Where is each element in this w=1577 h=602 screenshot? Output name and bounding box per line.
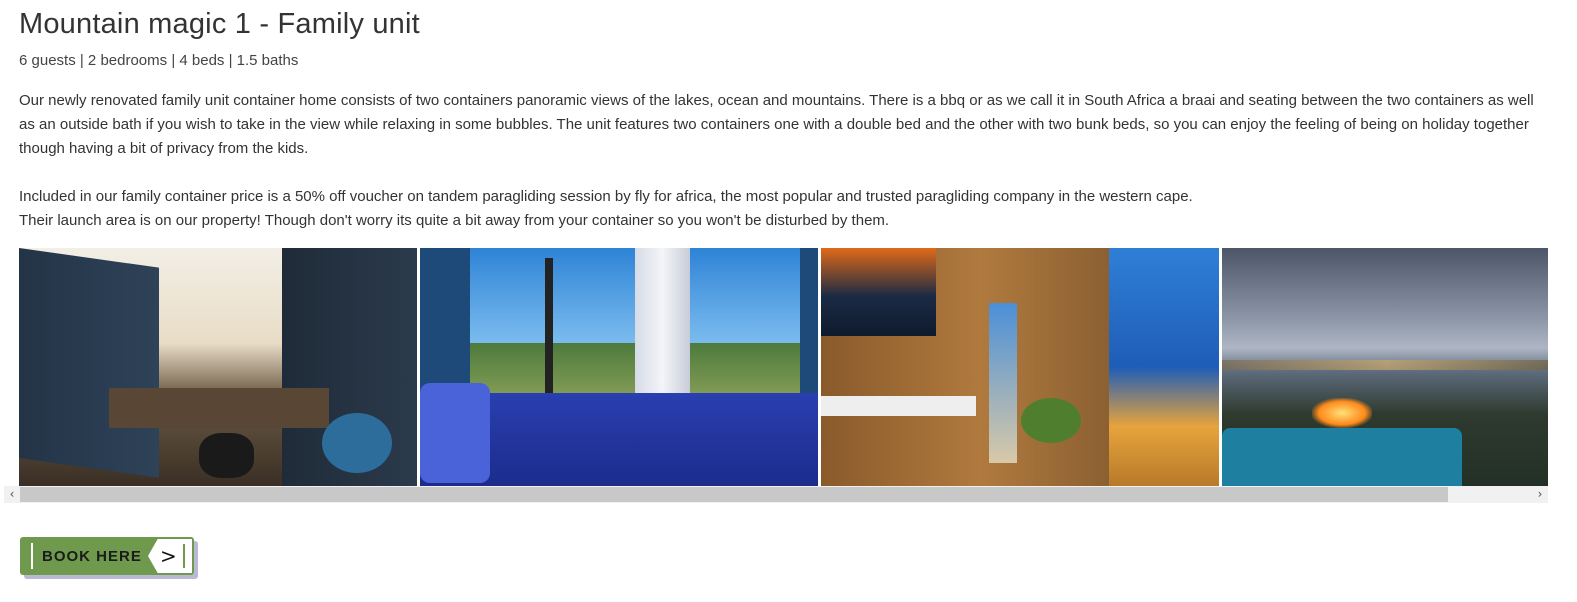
gallery-scrollbar[interactable]: ‹ › — [4, 486, 1548, 503]
gallery-photo[interactable] — [1222, 248, 1548, 486]
gallery-photo[interactable] — [19, 248, 417, 486]
scroll-right-icon[interactable]: › — [1532, 486, 1548, 503]
gallery-photo[interactable] — [420, 248, 818, 486]
description-line: Included in our family container price i… — [19, 188, 1193, 205]
scroll-left-icon[interactable]: ‹ — [4, 486, 20, 503]
button-divider — [183, 544, 185, 568]
photo-gallery[interactable] — [19, 248, 1548, 486]
button-divider — [31, 543, 33, 569]
description-paragraph: Our newly renovated family unit containe… — [19, 92, 1534, 157]
chevron-right-icon: > — [160, 544, 177, 568]
book-here-label: BOOK HERE — [42, 548, 142, 565]
gallery-photo[interactable] — [821, 248, 1219, 486]
book-here-button[interactable]: BOOK HERE > — [20, 537, 198, 579]
description-paragraph: Included in our family container price i… — [19, 185, 1549, 233]
listing-title: Mountain magic 1 - Family unit — [19, 8, 420, 40]
description-line: Their launch area is on our property! Th… — [19, 212, 890, 229]
listing-meta: 6 guests | 2 bedrooms | 4 beds | 1.5 bat… — [19, 52, 299, 69]
listing-description: Our newly renovated family unit containe… — [19, 89, 1549, 233]
scrollbar-thumb[interactable] — [20, 487, 1448, 502]
